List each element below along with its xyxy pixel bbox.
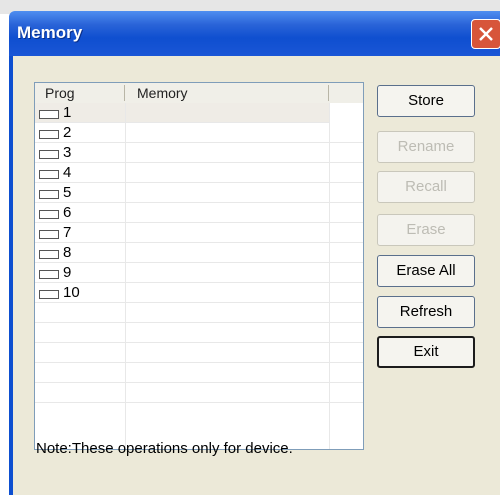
selection-edge <box>329 103 363 123</box>
dialog-client: Prog Memory 1 2 3 4 5 6 7 8 9 10 Store R… <box>13 56 500 495</box>
window-title: Memory <box>17 23 83 42</box>
row-number: 8 <box>63 244 72 261</box>
list-item[interactable]: 4 <box>35 163 363 183</box>
list-item[interactable]: 2 <box>35 123 363 143</box>
row-number: 1 <box>63 104 72 121</box>
row-icon <box>39 190 59 199</box>
list-item[interactable]: 10 <box>35 283 363 303</box>
title-bar[interactable]: Memory <box>9 11 500 56</box>
column-header-prog[interactable]: Prog <box>45 83 75 103</box>
list-item[interactable]: 1 <box>35 103 363 123</box>
row-number: 3 <box>63 144 72 161</box>
column-gridline <box>125 103 126 449</box>
rename-button[interactable]: Rename <box>377 131 475 163</box>
empty-row <box>35 343 363 363</box>
row-icon <box>39 110 59 119</box>
column-divider[interactable] <box>124 85 125 101</box>
erase-all-button[interactable]: Erase All <box>377 255 475 287</box>
row-icon <box>39 270 59 279</box>
empty-row <box>35 303 363 323</box>
row-icon <box>39 170 59 179</box>
row-icon <box>39 150 59 159</box>
list-item[interactable]: 8 <box>35 243 363 263</box>
program-list[interactable]: Prog Memory 1 2 3 4 5 6 7 8 9 10 <box>34 82 364 450</box>
list-item[interactable]: 3 <box>35 143 363 163</box>
list-item[interactable]: 5 <box>35 183 363 203</box>
row-icon <box>39 210 59 219</box>
empty-row <box>35 383 363 403</box>
row-number: 7 <box>63 224 72 241</box>
refresh-button[interactable]: Refresh <box>377 296 475 328</box>
row-number: 4 <box>63 164 72 181</box>
erase-button[interactable]: Erase <box>377 214 475 246</box>
list-item[interactable]: 6 <box>35 203 363 223</box>
row-icon <box>39 250 59 259</box>
row-icon <box>39 230 59 239</box>
empty-row <box>35 323 363 343</box>
row-number: 2 <box>63 124 72 141</box>
device-note: Note:These operations only for device. <box>36 440 293 457</box>
window-frame: Prog Memory 1 2 3 4 5 6 7 8 9 10 Store R… <box>9 56 500 495</box>
memory-dialog: Memory Prog Memory 1 2 3 4 5 6 7 8 9 10 … <box>9 11 500 495</box>
close-button[interactable] <box>471 19 500 49</box>
row-icon <box>39 130 59 139</box>
row-number: 9 <box>63 264 72 281</box>
column-gridline <box>329 103 330 449</box>
store-button[interactable]: Store <box>377 85 475 117</box>
exit-button[interactable]: Exit <box>377 336 475 368</box>
column-header-memory[interactable]: Memory <box>137 83 188 103</box>
row-number: 10 <box>63 284 80 301</box>
list-header: Prog Memory <box>35 83 363 104</box>
empty-row <box>35 363 363 383</box>
recall-button[interactable]: Recall <box>377 171 475 203</box>
row-icon <box>39 290 59 299</box>
list-item[interactable]: 7 <box>35 223 363 243</box>
list-item[interactable]: 9 <box>35 263 363 283</box>
row-number: 5 <box>63 184 72 201</box>
close-icon <box>479 27 493 41</box>
row-number: 6 <box>63 204 72 221</box>
column-divider[interactable] <box>328 85 329 101</box>
